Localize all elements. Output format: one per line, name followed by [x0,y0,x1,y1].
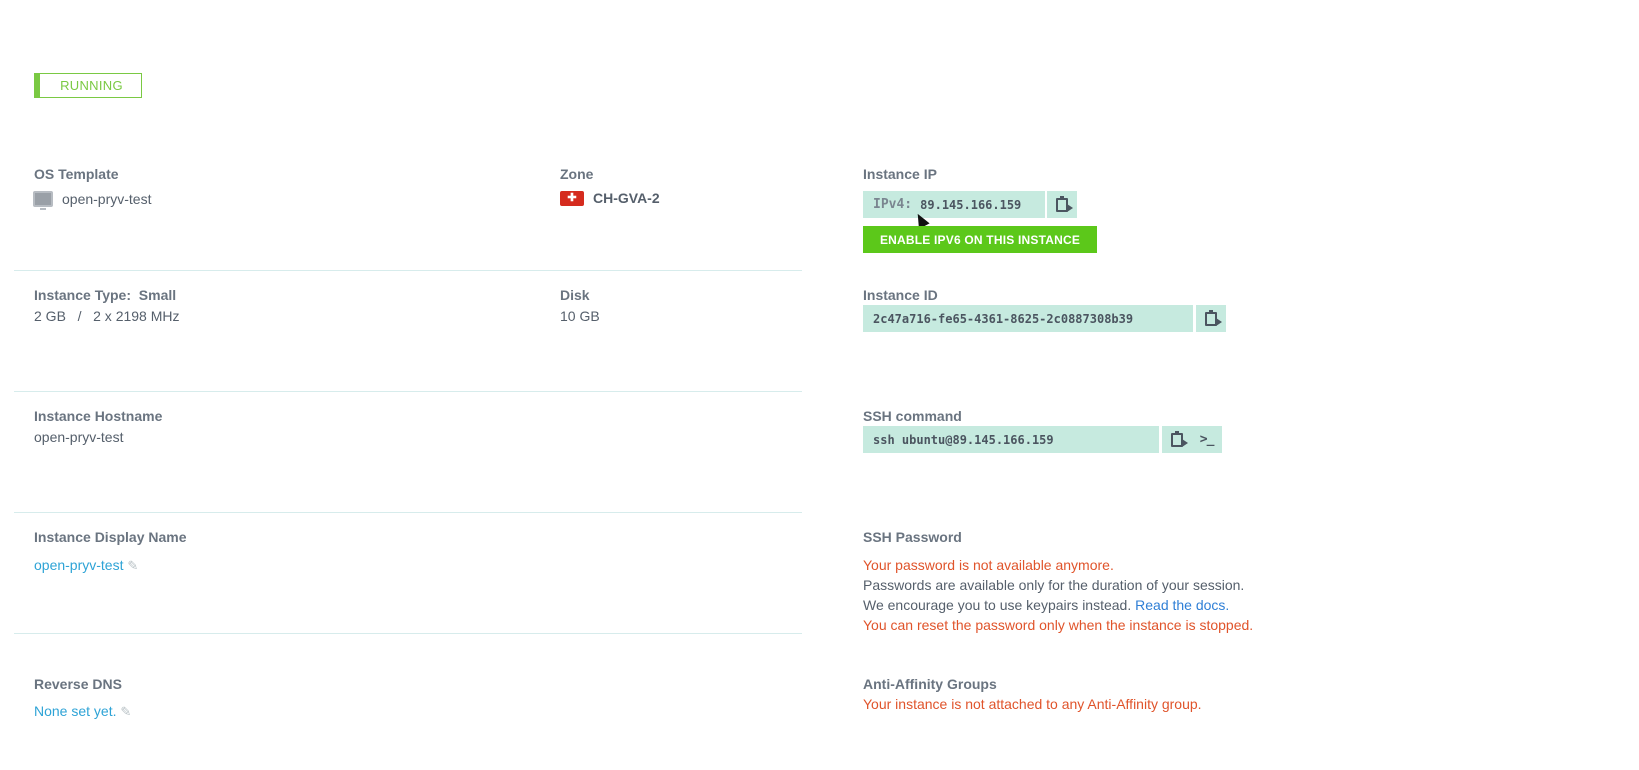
ssh-actions: >_ [1162,426,1222,453]
clipboard-icon [1205,309,1222,326]
divider [14,633,802,634]
password-keypairs-line: We encourage you to use keypairs instead… [863,597,1229,613]
disk-value: 10 GB [560,308,600,324]
instance-type-key: Instance Type: [34,287,131,303]
os-template-label: OS Template [34,166,119,182]
enable-ipv6-button[interactable]: ENABLE IPV6 ON THIS INSTANCE [863,226,1097,253]
read-docs-link[interactable]: Read the docs. [1135,597,1229,613]
keypairs-text: We encourage you to use keypairs instead… [863,597,1132,613]
clipboard-icon [1056,195,1073,212]
monitor-icon [33,191,53,210]
instance-type-name: Small [138,287,177,303]
pencil-icon[interactable]: ✎ [127,558,138,573]
ssh-command-value: ssh ubuntu@89.145.166.159 [873,432,1054,447]
ipv4-prefix: IPv4: [873,197,913,212]
password-session-text: Passwords are available only for the dur… [863,577,1245,593]
display-name-label: Instance Display Name [34,529,187,545]
disk-label: Disk [560,287,590,303]
divider [14,270,802,271]
copy-ssh-command-button[interactable] [1170,430,1188,447]
os-template-value: open-pryv-test [62,191,152,207]
terminal-icon[interactable]: >_ [1200,432,1215,447]
zone-label: Zone [560,166,594,182]
ssh-command-label: SSH command [863,408,962,424]
display-name-value[interactable]: open-pryv-test [34,557,123,573]
reverse-dns-value[interactable]: None set yet. [34,703,117,719]
instance-type-value: 2 GB / 2 x 2198 MHz [34,308,180,324]
anti-affinity-label: Anti-Affinity Groups [863,676,997,692]
anti-affinity-value: Your instance is not attached to any Ant… [863,696,1202,712]
ipv4-field[interactable]: IPv4: 89.145.166.159 [863,191,1045,218]
clipboard-icon [1170,430,1188,447]
divider [14,391,802,392]
instance-id-field[interactable]: 2c47a716-fe65-4361-8625-2c0887308b39 [863,305,1193,332]
swiss-flag-icon: ✚ [560,191,584,206]
instance-id-value: 2c47a716-fe65-4361-8625-2c0887308b39 [873,311,1134,326]
password-reset-text: You can reset the password only when the… [863,617,1254,633]
zone-value: CH-GVA-2 [593,190,660,206]
reverse-dns-editor[interactable]: None set yet. ✎ [34,703,131,720]
pencil-icon[interactable]: ✎ [120,704,131,719]
display-name-editor[interactable]: open-pryv-test ✎ [34,557,138,574]
reverse-dns-label: Reverse DNS [34,676,122,692]
ssh-password-label: SSH Password [863,529,962,545]
instance-ip-label: Instance IP [863,166,937,182]
copy-ip-button[interactable] [1047,191,1077,218]
instance-id-label: Instance ID [863,287,938,303]
password-unavailable-text: Your password is not available anymore. [863,557,1114,573]
ipv4-value: 89.145.166.159 [920,197,1022,212]
ssh-command-field[interactable]: ssh ubuntu@89.145.166.159 [863,426,1159,453]
copy-instance-id-button[interactable] [1196,305,1226,332]
hostname-value: open-pryv-test [34,429,124,445]
divider [14,512,802,513]
instance-type-label: Instance Type: Small [34,287,176,303]
hostname-label: Instance Hostname [34,408,163,424]
status-badge: RUNNING [34,73,142,98]
